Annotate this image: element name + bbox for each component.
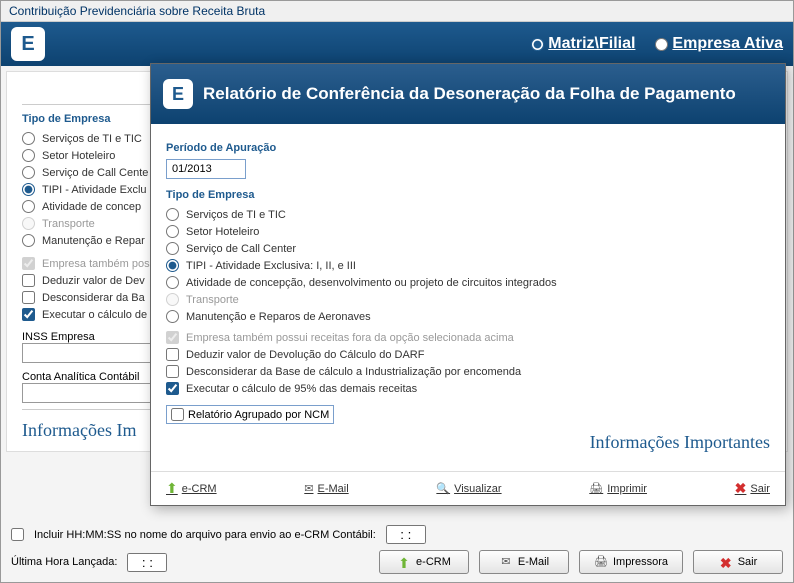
chk-include-hhmmss[interactable]: [11, 528, 24, 541]
d-chk-deduzir[interactable]: Deduzir valor de Devolução do Cálculo do…: [166, 346, 770, 363]
ncm-checkbox[interactable]: Relatório Agrupado por NCM: [166, 405, 334, 424]
dialog-title: Relatório de Conferência da Desoneração …: [203, 84, 736, 104]
header-ribbon: E Matriz\Filial Empresa Ativa: [1, 22, 793, 66]
dialog-info-link[interactable]: Informações Importantes: [166, 432, 770, 453]
dialog-body: Período de Apuração Tipo de Empresa Serv…: [151, 124, 785, 463]
radio-empresa-ativa[interactable]: Empresa Ativa: [655, 35, 783, 53]
ncm-label: Relatório Agrupado por NCM: [188, 409, 329, 421]
d-opt-hoteleiro[interactable]: Setor Hoteleiro: [166, 223, 770, 240]
ultima-row: Última Hora Lançada: ⬆e-CRM ✉E-Mail 🖨Imp…: [11, 550, 783, 574]
app-logo: E: [11, 27, 45, 61]
dialog-footer: ⬆e-CRM ✉E-Mail 🔍Visualizar 🖨Imprimir ✖Sa…: [151, 471, 785, 505]
dialog-logo: E: [163, 79, 193, 109]
btn-sair-main[interactable]: ✖Sair: [693, 550, 783, 574]
radio-matriz-filial[interactable]: Matriz\Filial: [531, 35, 635, 53]
ativa-label: Empresa Ativa: [672, 35, 783, 53]
include-label: Incluir HH:MM:SS no nome do arquivo para…: [34, 529, 376, 541]
d-chk-empresa: Empresa também possui receitas fora da o…: [166, 329, 770, 346]
dialog-title-bar: E Relatório de Conferência da Desoneraçã…: [151, 64, 785, 124]
d-opt-manutencao[interactable]: Manutenção e Reparos de Aeronaves: [166, 308, 770, 325]
ecrm-icon: ⬆: [397, 555, 411, 569]
exit-icon: ✖: [735, 480, 747, 497]
link-imprimir[interactable]: 🖨Imprimir: [589, 482, 647, 495]
link-ecrm[interactable]: ⬆e-CRM: [166, 480, 217, 497]
exit-icon: ✖: [719, 555, 733, 569]
link-sair[interactable]: ✖Sair: [735, 480, 770, 497]
dialog-tipo-title: Tipo de Empresa: [166, 189, 770, 201]
periodo-label: Período de Apuração: [166, 142, 770, 154]
include-row: Incluir HH:MM:SS no nome do arquivo para…: [11, 525, 783, 544]
hhmmss-input[interactable]: [386, 525, 426, 544]
d-chk-desconsiderar[interactable]: Desconsiderar da Base de cálculo a Indus…: [166, 363, 770, 380]
d-opt-transporte: Transporte: [166, 291, 770, 308]
link-email[interactable]: ✉E-Mail: [304, 482, 348, 495]
d-opt-tipi[interactable]: TIPI - Atividade Exclusiva: I, II, e III: [166, 257, 770, 274]
main-title-bar: Contribuição Previdenciária sobre Receit…: [1, 1, 793, 22]
ultima-label: Última Hora Lançada:: [11, 556, 117, 568]
mail-icon: ✉: [499, 555, 513, 569]
radio-ativa-input[interactable]: [655, 38, 668, 51]
matriz-label: Matriz\Filial: [548, 35, 635, 53]
btn-email-main[interactable]: ✉E-Mail: [479, 550, 569, 574]
periodo-input[interactable]: [166, 159, 246, 179]
d-chk-executar[interactable]: Executar o cálculo de 95% das demais rec…: [166, 380, 770, 397]
btn-impressora-main[interactable]: 🖨Impressora: [579, 550, 683, 574]
printer-icon: 🖨: [594, 555, 608, 569]
ribbon-options: Matriz\Filial Empresa Ativa: [531, 35, 783, 53]
ecrm-icon: ⬆: [166, 480, 178, 497]
btn-ecrm-main[interactable]: ⬆e-CRM: [379, 550, 469, 574]
magnifier-icon: 🔍: [436, 482, 450, 495]
link-visualizar[interactable]: 🔍Visualizar: [436, 482, 501, 495]
mail-icon: ✉: [304, 482, 313, 495]
d-opt-concepcao[interactable]: Atividade de concepção, desenvolvimento …: [166, 274, 770, 291]
d-opt-callcenter[interactable]: Serviço de Call Center: [166, 240, 770, 257]
bottom-bar: Incluir HH:MM:SS no nome do arquivo para…: [11, 519, 783, 574]
printer-icon: 🖨: [589, 482, 603, 495]
report-dialog: E Relatório de Conferência da Desoneraçã…: [150, 63, 786, 506]
radio-matriz-input[interactable]: [531, 38, 544, 51]
d-opt-ti-tic[interactable]: Serviços de TI e TIC: [166, 206, 770, 223]
conta-input[interactable]: [22, 383, 152, 403]
main-window-title: Contribuição Previdenciária sobre Receit…: [9, 4, 265, 18]
ultima-input[interactable]: [127, 553, 167, 572]
inss-input[interactable]: [22, 343, 152, 363]
